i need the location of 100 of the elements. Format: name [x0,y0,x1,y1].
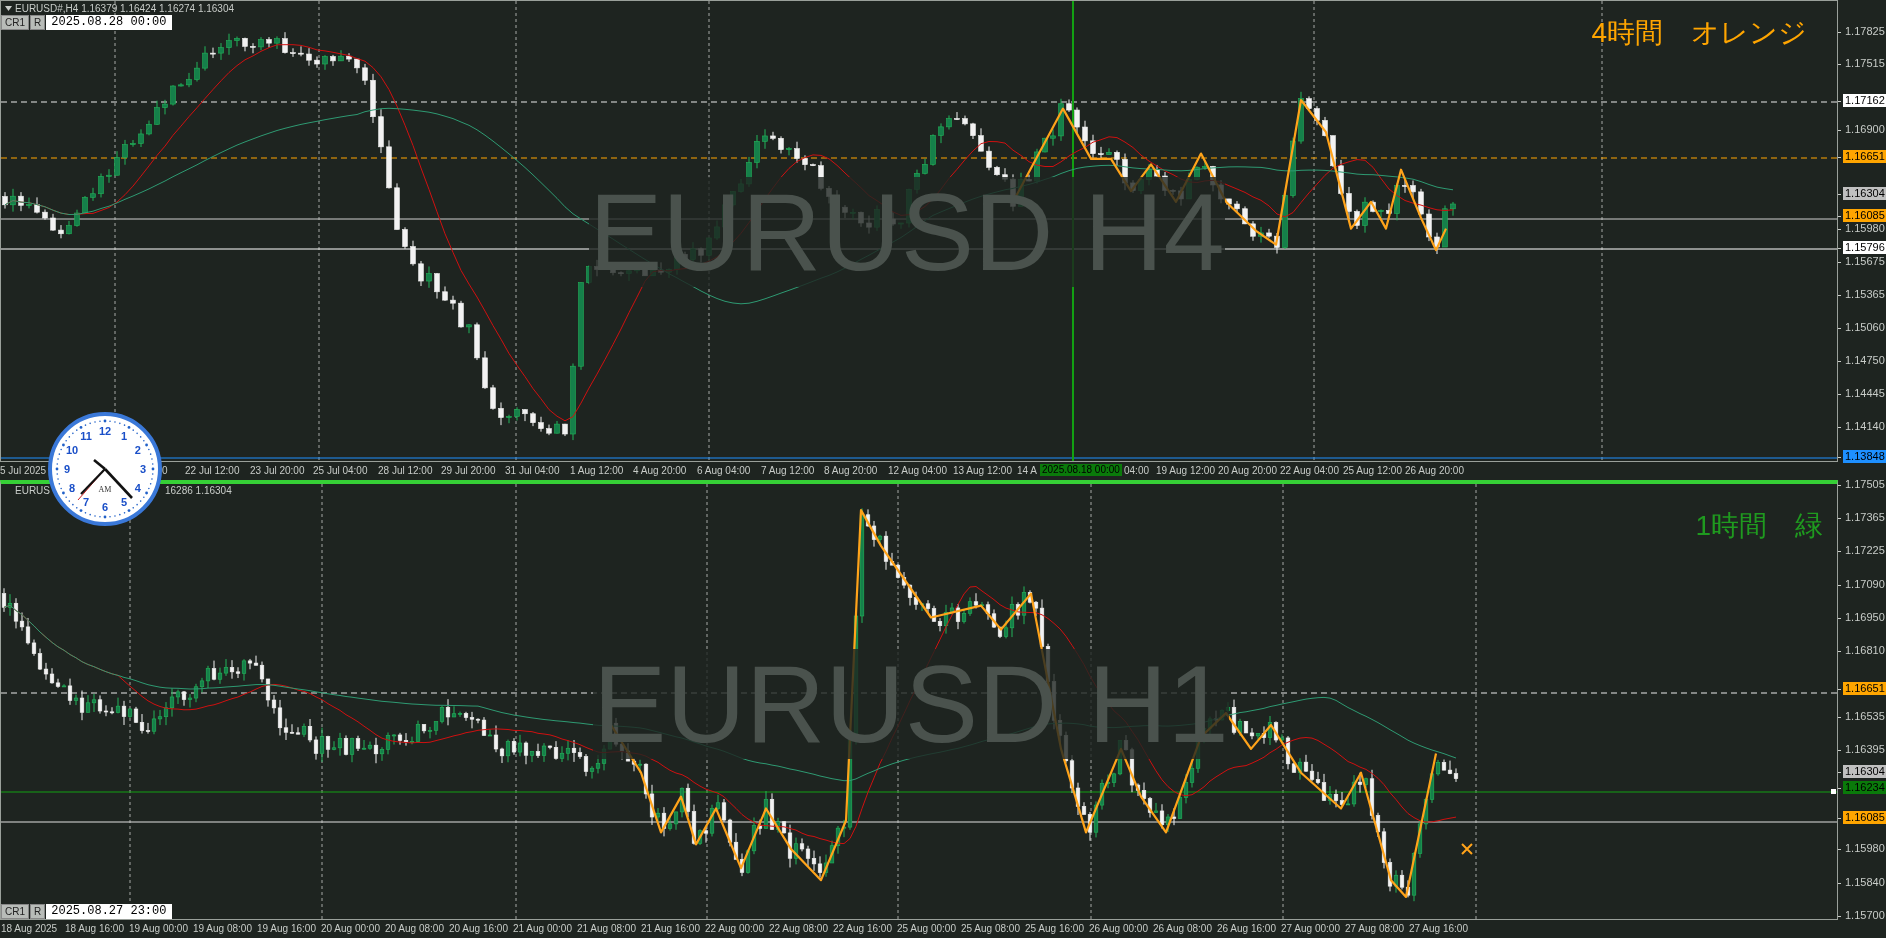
price-label: 1.16651 [1843,682,1886,695]
price-label: 1.17825 [1844,25,1886,38]
price-label: 1.17505 [1844,478,1886,491]
time-label: 20 Aug 20:00 [1218,465,1277,477]
time-label: 4 Aug 20:00 [633,465,687,477]
price-label: 1.15980 [1844,842,1886,855]
date-field: 2025.08.27 23:00 [46,904,173,919]
time-label: 1 Aug 12:00 [570,465,624,477]
clock-number: 10 [65,444,79,456]
chart-button[interactable]: CR1 [1,904,29,919]
time-label: 19 Aug 12:00 [1156,465,1215,477]
time-label: 04:00 [1124,465,1150,477]
clock-number: 11 [80,430,92,443]
time-label: 25 Aug 08:00 [961,923,1020,935]
time-label: 19 Aug 00:00 [129,923,188,935]
time-label: 0 [162,465,168,477]
time-label: 13 Aug 12:00 [953,465,1012,477]
time-label: 22 Jul 12:00 [185,465,240,477]
time-label: 18 Aug 2025 [1,923,58,935]
clock-number: 1 [120,430,128,443]
chart-button[interactable]: R [30,904,46,919]
time-label: 22 Aug 04:00 [1280,465,1339,477]
time-label: 22 Aug 16:00 [833,923,892,935]
time-label: 21 Aug 00:00 [513,923,572,935]
price-label: 1.15796 [1843,241,1886,254]
price-label: 1.14445 [1844,387,1886,400]
line-handle[interactable] [1831,789,1836,794]
price-label: 1.15840 [1844,876,1886,889]
time-label: 12 Aug 04:00 [888,465,947,477]
time-label: 25 Jul 04:00 [313,465,368,477]
chart-header: EURUSD#,H4 1.16379 1.16424 1.16274 1.16304 [15,3,235,14]
time-label: 18 Aug 16:00 [65,923,124,935]
time-label: 23 Jul 20:00 [250,465,305,477]
clock-number: 7 [82,495,90,508]
time-label: 29 Jul 20:00 [441,465,496,477]
chart-button[interactable]: R [30,15,46,30]
time-label: 21 Aug 08:00 [577,923,636,935]
clock-number: 3 [139,463,147,475]
time-label: 25 Aug 16:00 [1025,923,1084,935]
price-label: 1.17090 [1844,578,1886,591]
chart-note: 4時間 オレンジ [1591,19,1807,47]
time-label: 20 Aug 08:00 [385,923,444,935]
time-label: 19 Aug 16:00 [257,923,316,935]
chart-header: 16286 1.16304 [165,485,232,496]
time-label: 27 Aug 16:00 [1409,923,1468,935]
time-label: 26 Aug 00:00 [1089,923,1148,935]
price-label: 1.17365 [1844,511,1886,524]
dropdown-icon[interactable] [5,6,12,11]
clock-number: 4 [134,482,141,494]
price-label: 1.16085 [1843,811,1886,824]
price-label: 1.16900 [1844,123,1886,136]
time-label: 28 Jul 12:00 [378,465,433,477]
price-label: 1.16810 [1844,644,1886,657]
chart-button[interactable]: CR1 [1,15,29,30]
price-label: 1.13848 [1843,450,1886,463]
chart-note: 1時間 緑 [1695,512,1823,540]
price-label: 1.16535 [1844,710,1886,723]
time-label: 25 Aug 12:00 [1343,465,1402,477]
time-label: 8 Aug 20:00 [824,465,878,477]
time-label: 22 Aug 08:00 [769,923,828,935]
time-label: 20 Aug 16:00 [449,923,508,935]
price-label: 1.15700 [1844,909,1886,922]
price-label: 1.14140 [1844,420,1886,433]
date-field: 2025.08.28 00:00 [46,15,173,30]
clock-number: 5 [120,495,128,508]
price-label: 1.16651 [1843,150,1886,163]
time-label: 5 Jul 2025 [0,465,47,477]
clock-number: 2 [134,444,141,456]
price-label: 1.17162 [1843,94,1886,107]
price-label: 1.16304 [1843,187,1886,200]
clock-number: 12 [98,425,112,437]
price-label: 1.17225 [1844,544,1886,557]
time-label: 20 Aug 00:00 [321,923,380,935]
clock-period: AM [98,485,112,494]
price-label: 1.15675 [1844,255,1886,268]
price-label: 1.15060 [1844,321,1886,334]
clock-number: 9 [63,463,71,475]
clock-number: 6 [101,501,109,513]
price-label: 1.15980 [1844,222,1886,235]
time-label: 26 Aug 20:00 [1405,465,1464,477]
chart-header: EURUS [15,485,50,496]
price-label: 1.16395 [1844,743,1886,756]
time-label: 7 Aug 12:00 [761,465,815,477]
time-label: 21 Aug 16:00 [641,923,700,935]
price-label: 1.16950 [1844,611,1886,624]
time-label: 22 Aug 00:00 [705,923,764,935]
time-label: 19 Aug 08:00 [193,923,252,935]
time-label: 14 A [1017,465,1038,477]
price-label: 1.14750 [1844,354,1886,367]
price-label: 1.16304 [1843,765,1886,778]
price-label: 1.17515 [1844,57,1886,70]
time-label: 6 Aug 04:00 [697,465,751,477]
price-label: 1.16085 [1843,209,1886,222]
time-label: 25 Aug 00:00 [897,923,956,935]
price-label: 1.15365 [1844,288,1886,301]
time-label: 27 Aug 08:00 [1345,923,1404,935]
time-label: 26 Aug 08:00 [1153,923,1212,935]
time-label: 2025.08.18 00:00 [1040,464,1122,476]
clock-number: 8 [69,482,76,494]
time-label: 31 Jul 04:00 [505,465,560,477]
